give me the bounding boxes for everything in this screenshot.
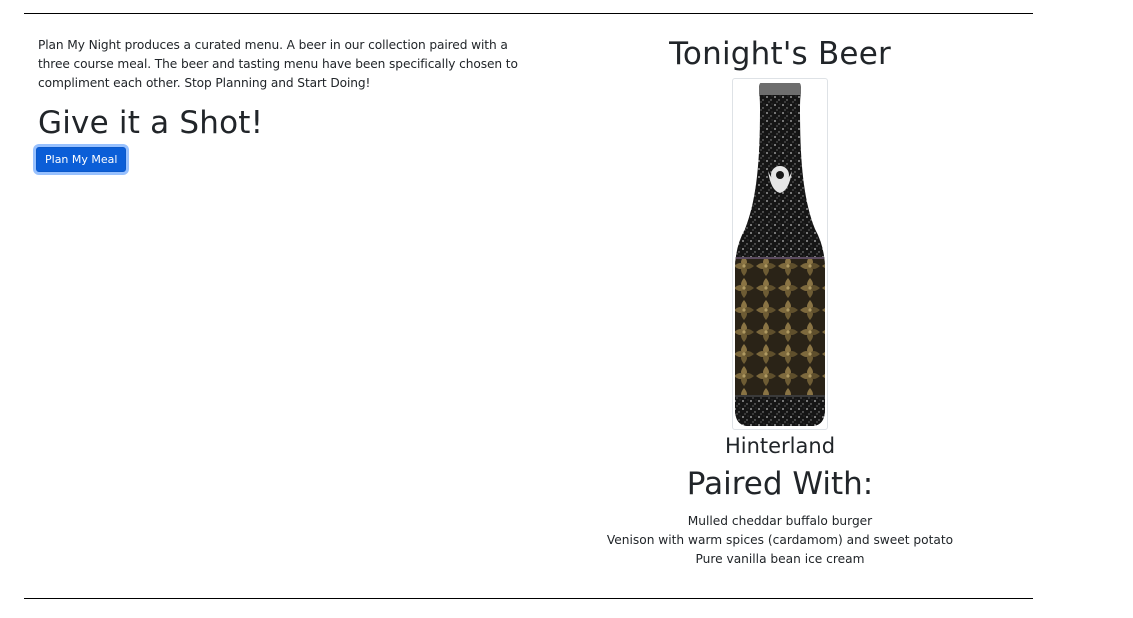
beer-section: Tonight's Beer Hinterland Paired With: M…	[580, 34, 980, 569]
give-it-a-shot-heading: Give it a Shot!	[38, 105, 264, 141]
beer-name: Hinterland	[724, 434, 836, 458]
plan-my-meal-button[interactable]: Plan My Meal	[36, 147, 127, 172]
paired-with-heading: Paired With:	[686, 466, 874, 502]
list-item: Mulled cheddar buffalo burger	[687, 514, 873, 528]
bottom-divider	[24, 598, 1033, 599]
pairing-list: Mulled cheddar buffalo burger Venison wi…	[580, 512, 980, 569]
intro-paragraph: Plan My Night produces a curated menu. A…	[38, 38, 518, 90]
beer-bottle-image	[732, 78, 828, 430]
intro-section: Plan My Night produces a curated menu. A…	[36, 36, 528, 172]
top-divider	[24, 13, 1033, 14]
list-item: Pure vanilla bean ice cream	[695, 552, 865, 566]
beer-bottle-icon	[735, 83, 825, 426]
list-item: Venison with warm spices (cardamom) and …	[606, 533, 954, 547]
tonights-beer-heading: Tonight's Beer	[669, 36, 891, 72]
